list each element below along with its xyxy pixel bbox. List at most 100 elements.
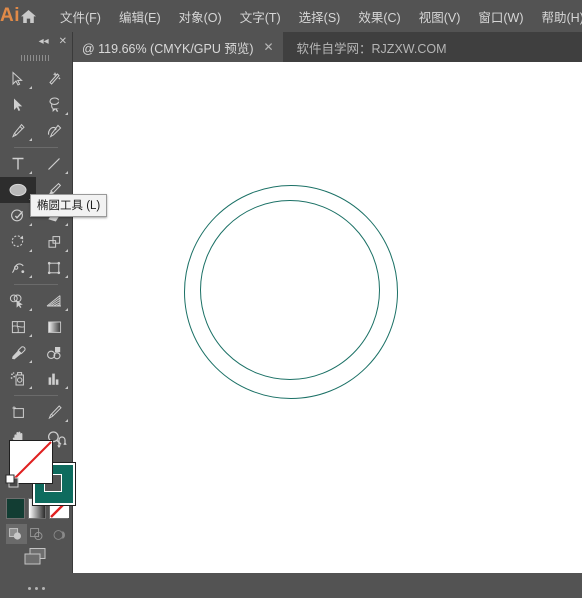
menu-item-file[interactable]: 文件(F)	[51, 4, 110, 29]
fill-stroke-controls	[0, 434, 72, 506]
menu-item-effect[interactable]: 效果(C)	[349, 4, 409, 29]
menu-item-edit[interactable]: 编辑(E)	[110, 4, 170, 29]
blend-tool[interactable]	[36, 340, 72, 366]
document-tab-label: 软件自学网：RJZXW.COM	[297, 38, 447, 57]
shape-builder-tool[interactable]	[0, 288, 36, 314]
artboard-tool[interactable]	[0, 399, 36, 425]
slice-knife-icon	[46, 404, 63, 420]
lasso-tool[interactable]	[36, 92, 72, 118]
symbol-sprayer-icon	[9, 371, 27, 387]
tool-corner-marker	[29, 138, 32, 141]
pen-tool[interactable]	[0, 118, 36, 144]
tool-grid	[0, 64, 72, 451]
symbol-sprayer-tool[interactable]	[0, 366, 36, 392]
draw-inside-icon	[51, 528, 65, 541]
line-icon	[46, 156, 62, 172]
home-icon[interactable]	[20, 0, 37, 32]
menu-item-object[interactable]: 对象(O)	[170, 4, 231, 29]
menu-item-type[interactable]: 文字(T)	[231, 4, 290, 29]
tool-corner-marker	[65, 112, 68, 115]
color-mode-solid[interactable]	[6, 498, 25, 519]
menu-item-list: 文件(F) 编辑(E) 对象(O) 文字(T) 选择(S) 效果(C) 视图(V…	[51, 4, 582, 29]
tool-corner-marker	[65, 275, 68, 278]
close-icon[interactable]: ✕	[59, 37, 67, 47]
perspective-grid-icon	[45, 293, 63, 309]
menu-item-select[interactable]: 选择(S)	[290, 4, 350, 29]
pen-nib-icon	[10, 123, 26, 139]
ellipse-icon	[8, 182, 28, 198]
gradient-icon	[46, 319, 63, 335]
menu-item-window[interactable]: 窗口(W)	[469, 4, 532, 29]
artboard-canvas[interactable]	[72, 62, 582, 573]
line-segment-tool[interactable]	[36, 151, 72, 177]
edit-toolbar-button[interactable]	[0, 578, 72, 598]
shaper-icon	[10, 208, 27, 224]
menu-item-view[interactable]: 视图(V)	[410, 4, 470, 29]
draw-behind-icon	[30, 528, 44, 541]
rotate-icon	[10, 234, 26, 250]
perspective-grid-tool[interactable]	[36, 288, 72, 314]
default-fill-stroke-icon[interactable]	[5, 474, 20, 494]
document-tab-label: @ 119.66% (CMYK/GPU 预览)	[82, 38, 254, 57]
blend-icon	[45, 345, 63, 361]
panel-drag-handle[interactable]	[0, 52, 72, 64]
tool-corner-marker	[29, 223, 32, 226]
tool-divider	[0, 144, 72, 151]
gradient-tool[interactable]	[36, 314, 72, 340]
artboard-icon	[10, 404, 27, 420]
free-transform-tool[interactable]	[36, 255, 72, 281]
tools-panel-header: ◂◂ ✕	[0, 32, 72, 52]
eyedropper-tool[interactable]	[0, 340, 36, 366]
inner-circle[interactable]	[200, 200, 380, 380]
illustrator-window: Ai 文件(F) 编辑(E) 对象(O) 文字(T) 选择(S) 效果(C) 视…	[0, 0, 582, 573]
tool-corner-marker	[29, 386, 32, 389]
tool-corner-marker	[29, 86, 32, 89]
scale-tool[interactable]	[36, 229, 72, 255]
magic-wand-icon	[46, 71, 62, 87]
document-tab-bar: @ 119.66% (CMYK/GPU 预览) ✕ 软件自学网：RJZXW.CO…	[0, 32, 582, 62]
tool-divider	[0, 281, 72, 288]
menu-bar: Ai 文件(F) 编辑(E) 对象(O) 文字(T) 选择(S) 效果(C) 视…	[0, 0, 582, 32]
direct-selection-tool[interactable]	[0, 92, 36, 118]
tool-corner-marker	[29, 249, 32, 252]
curvature-tool[interactable]	[36, 118, 72, 144]
curvature-pen-icon	[46, 123, 63, 139]
dot-icon	[35, 587, 38, 590]
width-tool[interactable]	[0, 255, 36, 281]
scale-icon	[46, 234, 63, 250]
tool-corner-marker	[65, 223, 68, 226]
tool-corner-marker	[65, 308, 68, 311]
width-icon	[10, 260, 27, 276]
document-tab-inactive[interactable]: 软件自学网：RJZXW.COM	[283, 32, 455, 62]
shape-builder-icon	[9, 293, 27, 309]
screen-mode-icon	[21, 546, 51, 568]
collapse-icon[interactable]: ◂◂	[39, 37, 49, 47]
tool-corner-marker	[29, 360, 32, 363]
selection-arrow-icon	[10, 71, 26, 87]
type-tool[interactable]	[0, 151, 36, 177]
tool-corner-marker	[29, 334, 32, 337]
tool-divider	[0, 392, 72, 399]
column-graph-icon	[46, 371, 63, 387]
mesh-icon	[10, 319, 27, 335]
rotate-tool[interactable]	[0, 229, 36, 255]
mesh-tool[interactable]	[0, 314, 36, 340]
home-glyph	[20, 9, 37, 24]
column-graph-tool[interactable]	[36, 366, 72, 392]
app-logo: Ai	[0, 0, 20, 32]
draw-normal-icon	[9, 528, 23, 541]
close-icon[interactable]: ✕	[263, 41, 275, 53]
slice-tool[interactable]	[36, 399, 72, 425]
magic-wand-tool[interactable]	[36, 66, 72, 92]
tool-corner-marker	[65, 419, 68, 422]
tool-tooltip: 椭圆工具 (L)	[30, 194, 107, 217]
swap-fill-stroke-icon[interactable]	[56, 436, 69, 454]
document-tab-active[interactable]: @ 119.66% (CMYK/GPU 预览) ✕	[72, 32, 283, 62]
menu-item-help[interactable]: 帮助(H)	[533, 4, 582, 29]
eyedropper-icon	[10, 345, 27, 361]
tool-corner-marker	[65, 171, 68, 174]
dot-icon	[42, 587, 45, 590]
lasso-icon	[46, 97, 63, 113]
selection-tool[interactable]	[0, 66, 36, 92]
screen-mode-button[interactable]	[0, 540, 72, 574]
